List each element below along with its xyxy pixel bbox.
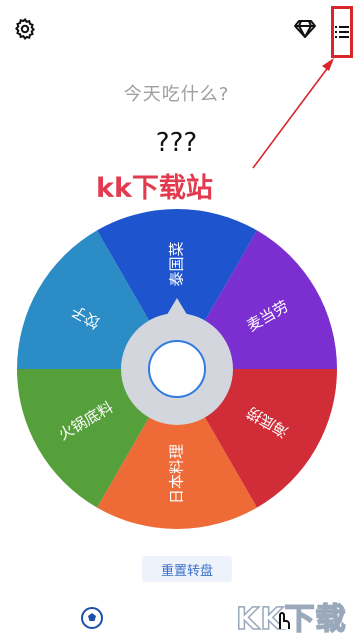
hand-cursor-icon (279, 612, 290, 629)
reset-wheel-button[interactable]: 重置转盘 (142, 556, 232, 582)
spin-wheel[interactable]: 泰国菜麦当劳海底捞日本料理火锅底料饺子 (14, 206, 340, 532)
wheel-segment-label: 泰国菜 (168, 241, 186, 286)
question-text: 今天吃什么? (123, 84, 230, 105)
watermark-text: kk下载站 (96, 173, 213, 204)
result-text: ??? (155, 128, 198, 158)
soccer-ball-icon[interactable] (80, 606, 104, 630)
circle-spin-icon[interactable] (148, 340, 206, 398)
wheel-segment-label: 日本料理 (168, 444, 186, 504)
